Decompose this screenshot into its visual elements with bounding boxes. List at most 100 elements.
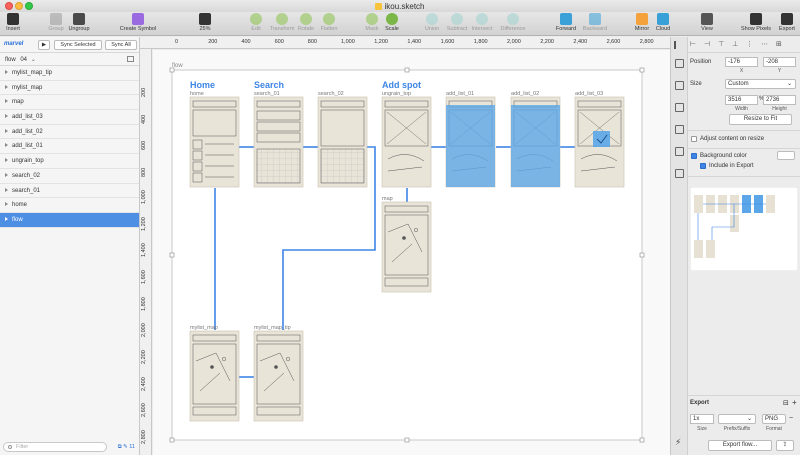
- export-options-icon[interactable]: ⊟: [783, 399, 789, 407]
- disclosure-triangle-icon[interactable]: [5, 202, 8, 207]
- size-preset-select[interactable]: Custom ⌄: [725, 79, 796, 89]
- disclosure-triangle-icon[interactable]: [5, 216, 8, 221]
- toolbar-transform-button[interactable]: Transform: [268, 13, 296, 32]
- export-prefix-select[interactable]: ⌄: [718, 414, 756, 424]
- artboard-home[interactable]: home: [189, 91, 240, 188]
- toolbar-cloud-button[interactable]: Cloud: [654, 13, 672, 32]
- share-export-button[interactable]: ⇪: [776, 440, 794, 451]
- artboard-label[interactable]: search_02: [318, 91, 344, 97]
- page-dropdown-chevron-icon[interactable]: ⌄: [31, 57, 36, 63]
- horizontal-ruler[interactable]: 0 200 400 600 800 1,000 1,200 1,400 1,600 1,800 2,…: [140, 37, 670, 49]
- sync-selected-button[interactable]: Sync Selected: [54, 40, 102, 50]
- export-flow-button[interactable]: Export flow...: [708, 440, 772, 451]
- toolbar-group-button[interactable]: Group: [47, 13, 65, 32]
- toolbar-create-symbol-button[interactable]: Create Symbol: [118, 13, 158, 32]
- position-x-input[interactable]: -176: [725, 57, 758, 67]
- artboard-add-list-01[interactable]: add_list_01: [445, 91, 496, 188]
- disclosure-triangle-icon[interactable]: [5, 172, 8, 177]
- toolbar-backward-button[interactable]: Backward: [580, 13, 610, 32]
- artboard-icon[interactable]: [675, 125, 684, 134]
- play-button[interactable]: ▶: [38, 40, 50, 50]
- disclosure-triangle-icon[interactable]: [5, 128, 8, 133]
- toolbar-forward-button[interactable]: Forward: [555, 13, 577, 32]
- disclosure-triangle-icon[interactable]: [5, 143, 8, 148]
- artboard-label[interactable]: mylist_map_tip: [254, 325, 291, 331]
- background-color-swatch[interactable]: [777, 151, 795, 160]
- lightning-icon[interactable]: ⚡: [675, 437, 681, 448]
- canvas[interactable]: flow Home Search Add spot home search_01 s…: [153, 50, 670, 455]
- artboard-mylist-map-tip[interactable]: mylist_map_tip: [253, 325, 304, 422]
- disclosure-triangle-icon[interactable]: [5, 84, 8, 89]
- toolbar-ungroup-button[interactable]: Ungroup: [68, 13, 90, 32]
- toolbar-intersect-button[interactable]: Intersect: [470, 13, 494, 32]
- adjust-content-checkbox[interactable]: [691, 136, 697, 142]
- artboard-add-list-02[interactable]: add_list_02: [510, 91, 561, 188]
- remove-export-icon[interactable]: −: [789, 415, 793, 422]
- toolbar-export-button[interactable]: Export: [776, 13, 798, 32]
- artboard-label[interactable]: map: [382, 196, 393, 202]
- artboard-add-list-03[interactable]: add_list_03: [574, 91, 625, 188]
- layer-add-list-02[interactable]: add_list_02: [0, 125, 139, 140]
- artboard-label[interactable]: home: [190, 91, 204, 97]
- background-color-checkbox[interactable]: [691, 153, 697, 159]
- layout-icon[interactable]: [675, 81, 684, 90]
- toolbar-union-button[interactable]: Union: [423, 13, 441, 32]
- toolbar-rotate-button[interactable]: Rotate: [296, 13, 316, 32]
- page-selector[interactable]: flow 04 ⌄: [0, 53, 139, 66]
- toolbar-mask-button[interactable]: Mask: [363, 13, 381, 32]
- layer-search-02[interactable]: search_02: [0, 169, 139, 184]
- toolbar-mirror-button[interactable]: Mirror: [632, 13, 652, 32]
- share-icon[interactable]: [675, 59, 684, 68]
- artboard-label[interactable]: search_01: [254, 91, 280, 97]
- height-input[interactable]: 2736: [763, 95, 796, 105]
- layer-mylist-map-tip[interactable]: mylist_map_tip: [0, 66, 139, 81]
- disclosure-triangle-icon[interactable]: [5, 158, 8, 163]
- resize-icon[interactable]: [675, 147, 684, 156]
- layer-mylist-map[interactable]: mylist_map: [0, 81, 139, 96]
- include-in-export-checkbox[interactable]: [700, 163, 706, 169]
- align-icon[interactable]: [674, 41, 685, 49]
- layer-home[interactable]: home: [0, 198, 139, 213]
- collapse-pages-icon[interactable]: [127, 56, 134, 62]
- position-y-input[interactable]: -208: [763, 57, 796, 67]
- layer-ungrain-top[interactable]: ungrain_top: [0, 154, 139, 169]
- layer-add-list-03[interactable]: add_list_03: [0, 110, 139, 125]
- export-format-select[interactable]: PNG: [762, 414, 786, 424]
- grid-icon[interactable]: [675, 103, 684, 112]
- disclosure-triangle-icon[interactable]: [5, 114, 8, 119]
- artboard-label[interactable]: add_list_03: [575, 91, 603, 97]
- image-icon[interactable]: [675, 169, 684, 178]
- layer-filter-input[interactable]: Filter: [3, 442, 107, 452]
- artboard-label[interactable]: add_list_02: [511, 91, 539, 97]
- artboard-label[interactable]: add_list_01: [446, 91, 474, 97]
- toolbar-subtract-button[interactable]: Subtract: [446, 13, 468, 32]
- toolbar-insert-button[interactable]: Insert: [3, 13, 23, 32]
- layer-map[interactable]: map: [0, 95, 139, 111]
- layer-flow[interactable]: flow: [0, 212, 139, 228]
- toolbar-scale-button[interactable]: Scale: [384, 13, 400, 32]
- artboard-label[interactable]: mylist_map: [190, 325, 218, 331]
- layer-search-01[interactable]: search_01: [0, 184, 139, 199]
- disclosure-triangle-icon[interactable]: [5, 187, 8, 192]
- vertical-ruler[interactable]: 200 400 600 800 1,000 1,200 1,400 1,600 1,800 2,0…: [140, 49, 152, 455]
- resize-to-fit-button[interactable]: Resize to Fit: [729, 114, 792, 125]
- toolbar-difference-button[interactable]: Difference: [499, 13, 527, 32]
- artboard-label[interactable]: ungrain_top: [382, 91, 411, 97]
- artboard-map[interactable]: map: [381, 196, 432, 293]
- disclosure-triangle-icon[interactable]: [5, 99, 8, 104]
- export-scale-input[interactable]: 1x: [690, 414, 714, 424]
- sync-all-button[interactable]: Sync All: [105, 40, 137, 50]
- toolbar-show-pixels-button[interactable]: Show Pixels: [741, 13, 771, 32]
- layer-add-list-01[interactable]: add_list_01: [0, 139, 139, 155]
- add-export-icon[interactable]: +: [792, 398, 797, 407]
- artboard-ungrain-top[interactable]: ungrain_top: [381, 91, 432, 188]
- disclosure-triangle-icon[interactable]: [5, 70, 8, 74]
- artboard-mylist-map[interactable]: mylist_map: [189, 325, 240, 422]
- width-input[interactable]: 3516: [725, 95, 758, 105]
- toolbar-edit-button[interactable]: Edit: [248, 13, 264, 32]
- toolbar-view-button[interactable]: View: [698, 13, 716, 32]
- artboard-search-01[interactable]: search_01: [253, 91, 304, 188]
- toolbar-flatten-button[interactable]: Flatten: [318, 13, 340, 32]
- artboard-search-02[interactable]: search_02: [317, 91, 368, 188]
- toolbar-25-button[interactable]: 25%: [196, 13, 214, 32]
